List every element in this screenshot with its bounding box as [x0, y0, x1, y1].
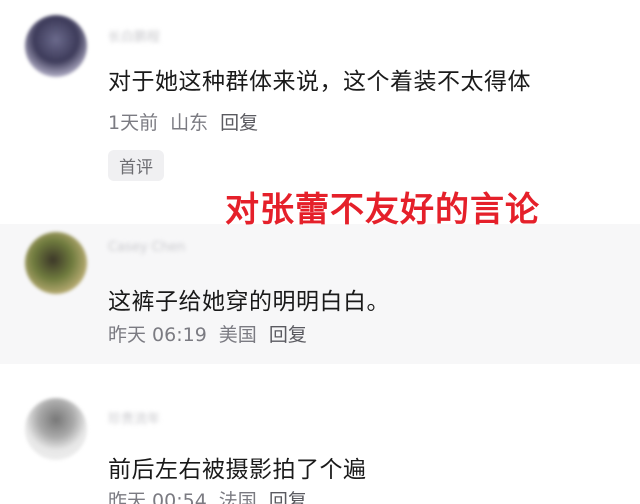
comment-item: 长白鹏程 对于她这种群体来说，这个着装不太得体 1天前 山东 回复 首评: [0, 0, 640, 210]
comment-item: Casey Chen 这裤子给她穿的明明白白。 昨天 06:19 美国 回复: [0, 224, 640, 364]
red-annotation-caption: 对张蕾不友好的言论: [225, 190, 540, 230]
comment-time: 昨天 06:19: [108, 324, 207, 346]
reply-button[interactable]: 回复: [269, 324, 307, 346]
username[interactable]: Casey Chen: [108, 240, 238, 255]
comment-text[interactable]: 这裤子给她穿的明明白白。: [108, 282, 390, 316]
reply-button[interactable]: 回复: [220, 112, 258, 134]
avatar[interactable]: [25, 15, 87, 77]
comment-text[interactable]: 前后左右被摄影拍了个遍: [108, 450, 367, 484]
first-comment-badge: 首评: [108, 150, 164, 181]
comment-time: 昨天 00:54: [108, 490, 207, 504]
comment-location: 山东: [170, 112, 209, 134]
comment-location: 法国: [218, 490, 257, 504]
comment-location: 美国: [218, 324, 257, 346]
comment-time: 1天前: [108, 112, 159, 134]
username[interactable]: 珍贵流年: [108, 408, 194, 427]
comment-text[interactable]: 对于她这种群体来说，这个着装不太得体: [108, 62, 531, 96]
avatar[interactable]: [25, 232, 87, 294]
username[interactable]: 长白鹏程: [108, 26, 194, 45]
comment-list: 长白鹏程 对于她这种群体来说，这个着装不太得体 1天前 山东 回复 首评 Casey…: [0, 0, 640, 504]
avatar[interactable]: [25, 398, 87, 460]
comment-meta: 昨天 00:54 法国 回复: [108, 486, 319, 504]
comment-item: 珍贵流年 前后左右被摄影拍了个遍 昨天 00:54 法国 回复: [0, 380, 640, 504]
comment-meta: 昨天 06:19 美国 回复: [108, 320, 319, 347]
comment-meta: 1天前 山东 回复: [108, 108, 270, 135]
reply-button[interactable]: 回复: [269, 490, 307, 504]
